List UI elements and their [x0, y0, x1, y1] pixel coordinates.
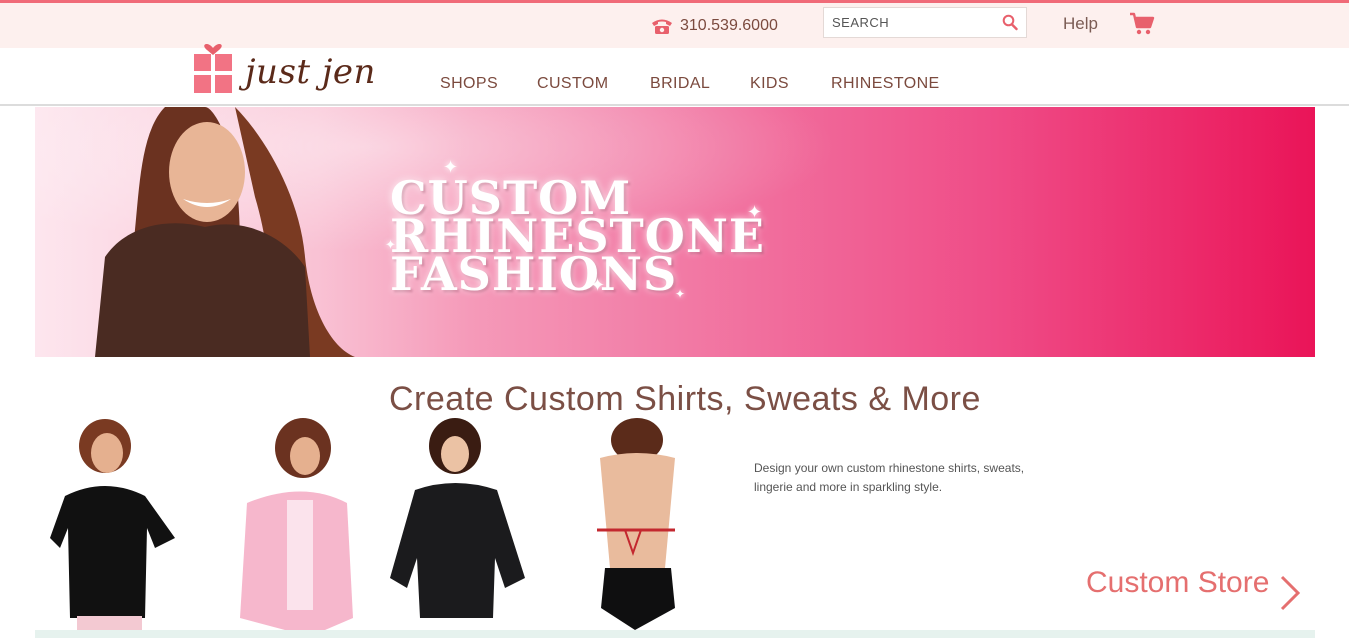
- next-section-strip: [35, 630, 1315, 638]
- phone-number[interactable]: 310.539.6000: [650, 15, 778, 37]
- nav-item-shops[interactable]: SHOPS: [440, 75, 498, 93]
- hero-model-image: [95, 107, 355, 357]
- custom-products-image[interactable]: [35, 418, 725, 630]
- sparkle-icon: ✦: [385, 237, 396, 252]
- nav-item-kids[interactable]: KIDS: [750, 75, 789, 93]
- nav-item-rhinestone[interactable]: RHINESTONE: [831, 75, 940, 93]
- chevron-right-icon[interactable]: [1279, 574, 1301, 612]
- nav-item-bridal[interactable]: BRIDAL: [650, 75, 710, 93]
- hero-banner[interactable]: CUSTOM RHINESTONE FASHIONS ✦ ✦ ✦ ✦ ✦: [35, 107, 1315, 357]
- phone-text: 310.539.6000: [680, 17, 778, 34]
- section-title: Create Custom Shirts, Sweats & More: [389, 380, 981, 418]
- section-description: Design your own custom rhinestone shirts…: [754, 461, 1025, 494]
- nav-item-custom[interactable]: CUSTOM: [537, 75, 608, 93]
- sparkle-icon: ✦: [590, 275, 606, 295]
- cart-icon[interactable]: [1129, 12, 1155, 36]
- sparkle-icon: ✦: [747, 202, 763, 222]
- logo-text[interactable]: just jen: [245, 52, 376, 92]
- sparkle-icon: ✦: [675, 287, 686, 301]
- custom-store-link[interactable]: Custom Store: [1086, 566, 1269, 600]
- hero-headline: CUSTOM RHINESTONE FASHIONS: [390, 175, 765, 297]
- search-box: [823, 7, 1027, 38]
- phone-icon: [652, 19, 672, 34]
- search-input[interactable]: [824, 8, 1004, 37]
- help-link[interactable]: Help: [1063, 14, 1098, 34]
- search-icon[interactable]: [1002, 14, 1018, 31]
- sparkle-icon: ✦: [443, 157, 459, 177]
